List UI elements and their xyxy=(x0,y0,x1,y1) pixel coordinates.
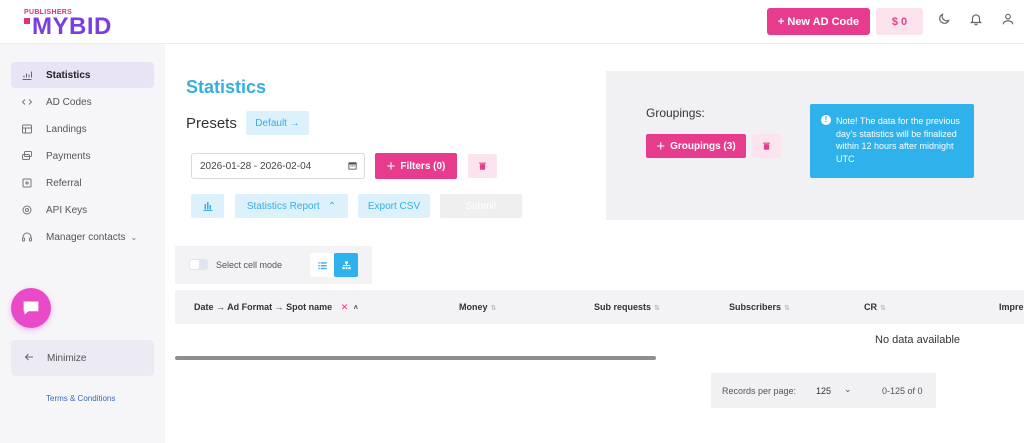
plus-icon: + xyxy=(656,137,666,155)
filters-label: Filters (0) xyxy=(400,160,446,172)
clear-filters-button[interactable] xyxy=(468,154,497,178)
column-header-impressions[interactable]: Impre xyxy=(999,302,1024,312)
column-header-cr[interactable]: CR ⇅ xyxy=(864,302,886,312)
cell-mode-toggle[interactable] xyxy=(189,259,208,270)
sort-icon: ⇅ xyxy=(654,305,660,312)
plus-icon: + xyxy=(386,157,396,175)
sidebar-item-label: Landings xyxy=(46,123,87,135)
top-header: PUBLISHERS MYBID + New AD Code $ 0 xyxy=(0,0,1024,44)
sidebar-item-label: Manager contacts xyxy=(46,231,126,243)
sidebar-item-payments[interactable]: Payments xyxy=(11,143,154,169)
date-range-value: 2026-01-28 - 2026-02-04 xyxy=(200,160,312,172)
sidebar-item-landings[interactable]: Landings xyxy=(11,116,154,142)
filters-button[interactable]: + Filters (0) xyxy=(375,153,457,179)
table-header: Date → Ad Format → Spot name ✕ ˄ Money ⇅ … xyxy=(175,290,1024,324)
gear-icon xyxy=(20,203,34,217)
calendar-icon[interactable] xyxy=(347,160,358,174)
referral-icon xyxy=(20,176,34,190)
groupings-button[interactable]: + Groupings (3) xyxy=(646,134,746,158)
balance-button[interactable]: $ 0 xyxy=(876,8,923,35)
tree-view-button[interactable] xyxy=(334,253,358,277)
trash-icon xyxy=(479,162,486,170)
payments-icon xyxy=(20,149,34,163)
default-preset-button[interactable]: Default → xyxy=(246,111,309,135)
date-range-input[interactable]: 2026-01-28 - 2026-02-04 xyxy=(191,153,365,179)
sidebar-item-ad-codes[interactable]: AD Codes xyxy=(11,89,154,115)
sidebar-item-label: Referral xyxy=(46,177,82,189)
sort-icon[interactable]: ˄ xyxy=(354,305,358,312)
headset-icon xyxy=(20,230,34,244)
cell-mode-label: Select cell mode xyxy=(216,260,283,270)
logo-big-text: MYBID xyxy=(24,14,112,40)
moon-icon[interactable] xyxy=(937,12,955,30)
chat-icon xyxy=(23,301,39,315)
sidebar-item-label: API Keys xyxy=(46,204,88,216)
hierarchy-icon xyxy=(341,260,351,269)
records-per-page-label: Records per page: xyxy=(722,386,797,396)
list-icon xyxy=(317,261,327,269)
sort-icon: ⇅ xyxy=(880,305,886,312)
column-header-subscribers[interactable]: Subscribers ⇅ xyxy=(729,302,790,312)
bell-icon[interactable] xyxy=(969,12,987,30)
records-per-page-select[interactable]: 125 xyxy=(816,386,831,396)
info-icon: ! xyxy=(821,115,831,125)
groupings-label: Groupings: xyxy=(646,106,705,120)
column-header-date[interactable]: Date → Ad Format → Spot name ✕ ˄ xyxy=(194,302,358,313)
sidebar-item-label: Payments xyxy=(46,150,91,162)
groupings-button-label: Groupings (3) xyxy=(670,140,736,152)
sort-icon: ⇅ xyxy=(490,305,497,312)
sidebar-item-label: Statistics xyxy=(46,69,91,81)
chat-button[interactable] xyxy=(11,288,51,328)
pagination: Records per page: 125 ⌄ 0-125 of 0 xyxy=(711,373,936,408)
chevron-down-icon: ⌄ xyxy=(130,232,138,242)
statistics-report-dropdown[interactable]: Statistics Report ⌃ xyxy=(235,194,348,218)
sidebar-item-label: AD Codes xyxy=(46,96,92,108)
trash-icon xyxy=(763,142,770,150)
presets-label: Presets xyxy=(186,115,237,132)
code-icon xyxy=(20,95,34,109)
chevron-up-icon: ⌃ xyxy=(327,200,337,212)
page-title: Statistics xyxy=(186,77,267,97)
new-ad-code-button[interactable]: + New AD Code xyxy=(767,8,870,35)
sidebar-item-api-keys[interactable]: API Keys xyxy=(11,197,154,223)
list-view-button[interactable] xyxy=(310,253,334,277)
report-label: Statistics Report xyxy=(246,200,320,212)
page-range: 0-125 of 0 xyxy=(882,386,923,396)
note-text: Note! The data for the previous day's st… xyxy=(836,116,960,164)
chart-icon xyxy=(20,68,34,82)
bar-chart-icon xyxy=(203,202,212,211)
column-header-money[interactable]: Money ⇅ xyxy=(459,302,496,312)
close-icon[interactable]: ✕ xyxy=(341,302,349,312)
logo[interactable]: PUBLISHERS MYBID xyxy=(24,9,134,40)
sort-icon: ⇅ xyxy=(784,305,790,312)
empty-state-text: No data available xyxy=(875,334,961,346)
submit-button[interactable]: Submit xyxy=(440,194,522,218)
horizontal-scrollbar[interactable] xyxy=(175,356,656,360)
user-icon[interactable] xyxy=(1001,12,1019,30)
chart-view-button[interactable] xyxy=(191,194,224,218)
export-csv-button[interactable]: Export CSV xyxy=(358,194,430,218)
arrow-left-icon xyxy=(23,351,35,366)
sidebar-item-manager-contacts[interactable]: Manager contacts ⌄ xyxy=(11,224,154,250)
terms-link[interactable]: Terms & Conditions xyxy=(46,394,115,403)
chevron-down-icon[interactable]: ⌄ xyxy=(844,384,852,395)
layout-icon xyxy=(20,122,34,136)
minimize-button[interactable]: Minimize xyxy=(11,340,154,376)
sidebar-item-statistics[interactable]: Statistics xyxy=(11,62,154,88)
clear-groupings-button[interactable] xyxy=(752,134,781,158)
info-note: ! Note! The data for the previous day's … xyxy=(810,104,974,178)
sidebar-item-referral[interactable]: Referral xyxy=(11,170,154,196)
minimize-label: Minimize xyxy=(47,352,87,364)
column-header-sub-requests[interactable]: Sub requests ⇅ xyxy=(594,302,660,312)
